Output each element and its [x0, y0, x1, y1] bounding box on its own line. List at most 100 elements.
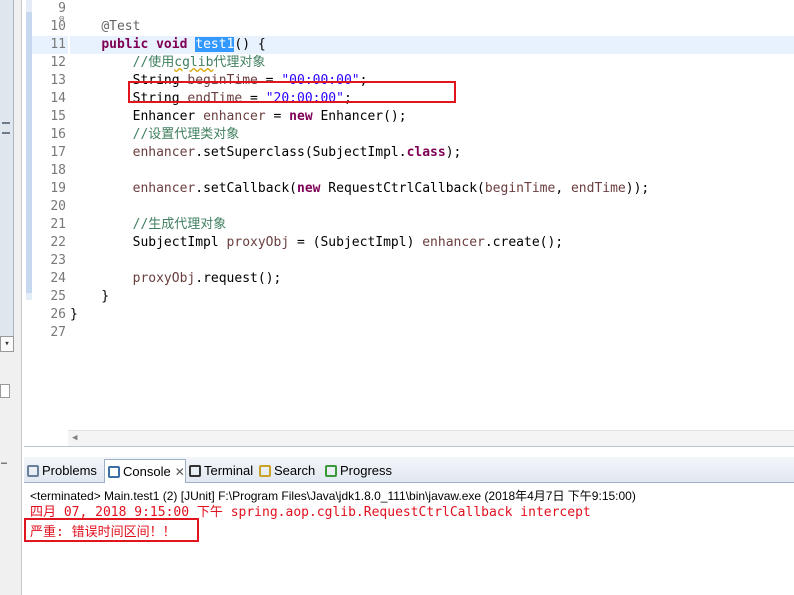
- code-token: enhancer: [203, 109, 266, 124]
- code-editor[interactable]: 9 10 11 12 13 14 15 16 17 18 19 20 21 22 23 24 25 26 27 ⊖ …: [24, 0, 794, 446]
- code-token: //设置代理类对象: [132, 127, 240, 142]
- problems-icon: [27, 465, 39, 477]
- console-output-line: 严重: 错误时间区间！！: [30, 525, 176, 540]
- line-number: 21: [50, 217, 66, 232]
- code-line[interactable]: }: [70, 288, 794, 306]
- left-pane-dropdown-button[interactable]: ▾: [0, 336, 14, 352]
- code-line[interactable]: [70, 0, 794, 18]
- code-line[interactable]: @Test: [70, 18, 794, 36]
- code-token: //使用: [132, 55, 175, 70]
- console-output[interactable]: 四月 07, 2018 9:15:00 下午 spring.aop.cglib.…: [30, 503, 591, 543]
- line-number: 26: [50, 307, 66, 322]
- code-line[interactable]: [70, 324, 794, 342]
- code-token: .create();: [484, 235, 564, 250]
- code-token: );: [445, 145, 462, 160]
- code-token: "00:00:00": [281, 73, 360, 88]
- search-icon: [259, 465, 271, 477]
- left-pane-scrollbar[interactable]: [0, 0, 14, 340]
- console-process-header: <terminated> Main.test1 (2) [JUnit] F:\P…: [30, 489, 636, 503]
- tab-label: Search: [274, 463, 316, 478]
- code-token: () {: [234, 37, 266, 52]
- code-line[interactable]: proxyObj.request();: [70, 270, 794, 288]
- code-token: Enhancer: [70, 109, 204, 124]
- code-token: @Test: [101, 19, 141, 34]
- code-token: beginTime: [484, 181, 556, 196]
- code-line[interactable]: [70, 198, 794, 216]
- code-token: endTime: [570, 181, 626, 196]
- code-token: "20:00:00": [265, 91, 344, 106]
- code-token: void: [156, 37, 188, 52]
- console-output-line: 四月 07, 2018 9:15:00 下午 spring.aop.cglib.…: [30, 505, 591, 520]
- code-line[interactable]: //生成代理对象: [70, 216, 794, 234]
- code-token: 代理对象: [213, 55, 266, 70]
- line-number: 14: [50, 91, 66, 106]
- code-line[interactable]: [70, 252, 794, 270]
- code-line[interactable]: //设置代理类对象: [70, 126, 794, 144]
- tab-label: Problems: [42, 463, 97, 478]
- code-line[interactable]: [70, 162, 794, 180]
- code-text-area[interactable]: @Test public void test1() { //使用cglib代理对…: [70, 0, 794, 342]
- line-number: 23: [50, 253, 66, 268]
- left-pane-view-icon[interactable]: [0, 384, 10, 398]
- code-token: }: [70, 307, 78, 322]
- line-number: 16: [50, 127, 66, 142]
- code-token: ;: [343, 91, 352, 106]
- code-token: ,: [555, 181, 571, 196]
- line-number: 15: [50, 109, 66, 124]
- code-token: =: [242, 91, 266, 106]
- code-token: enhancer: [422, 235, 485, 250]
- console-tab-bar: Problems Console ✕ Terminal Search Progress: [24, 457, 794, 483]
- code-line[interactable]: Enhancer enhancer = new Enhancer();: [70, 108, 794, 126]
- line-number: 24: [50, 271, 66, 286]
- console-view: Problems Console ✕ Terminal Search Progress <…: [24, 446, 794, 595]
- code-token: RequestCtrlCallback(: [320, 181, 485, 196]
- tab-progress[interactable]: Progress: [322, 459, 392, 483]
- code-token: ));: [625, 181, 650, 196]
- code-line[interactable]: public void test1() {: [70, 36, 794, 54]
- line-number: 25: [50, 289, 66, 304]
- code-token: =: [265, 109, 290, 124]
- left-pane-more-icon[interactable]: …: [1, 456, 7, 467]
- tab-console[interactable]: Console ✕: [104, 459, 186, 483]
- code-line[interactable]: String beginTime = "00:00:00";: [70, 72, 794, 90]
- fold-collapse-icon[interactable]: ⊖: [59, 14, 64, 24]
- scroll-left-arrow-icon[interactable]: ◀: [72, 433, 77, 443]
- close-tab-icon[interactable]: ✕: [175, 465, 185, 479]
- line-number: 12: [50, 55, 66, 70]
- tab-terminal[interactable]: Terminal: [186, 459, 253, 483]
- tab-problems[interactable]: Problems: [24, 459, 97, 483]
- line-number: 27: [50, 325, 66, 340]
- line-number: 20: [50, 199, 66, 214]
- code-token: proxyObj: [132, 271, 196, 286]
- code-token: test1: [195, 37, 235, 52]
- code-line[interactable]: }: [70, 306, 794, 324]
- sash-grip-icon[interactable]: [2, 122, 10, 134]
- line-number: 22: [50, 235, 66, 250]
- code-token: endTime: [187, 91, 243, 106]
- editor-horizontal-scrollbar[interactable]: ◀: [68, 430, 794, 446]
- line-number-gutter: 9 10 11 12 13 14 15 16 17 18 19 20 21 22 23 24 25 26 27: [32, 0, 68, 342]
- code-line[interactable]: enhancer.setCallback(new RequestCtrlCall…: [70, 180, 794, 198]
- tab-label: Console: [123, 464, 171, 479]
- console-icon: [108, 466, 120, 478]
- code-token: ;: [359, 73, 368, 88]
- code-line[interactable]: enhancer.setSuperclass(SubjectImpl.class…: [70, 144, 794, 162]
- tab-label: Progress: [340, 463, 393, 478]
- line-number: 18: [50, 163, 66, 178]
- code-line[interactable]: String endTime = "20:00:00";: [70, 90, 794, 108]
- code-line[interactable]: SubjectImpl proxyObj = (SubjectImpl) enh…: [70, 234, 794, 252]
- code-line[interactable]: //使用cglib代理对象: [70, 54, 794, 72]
- code-token: .setCallback(: [195, 181, 297, 196]
- left-side-pane: ▾ …: [0, 0, 22, 595]
- code-token: =: [257, 73, 282, 88]
- code-token: proxyObj: [226, 235, 290, 250]
- tab-search[interactable]: Search: [256, 459, 315, 483]
- line-number: 17: [50, 145, 66, 160]
